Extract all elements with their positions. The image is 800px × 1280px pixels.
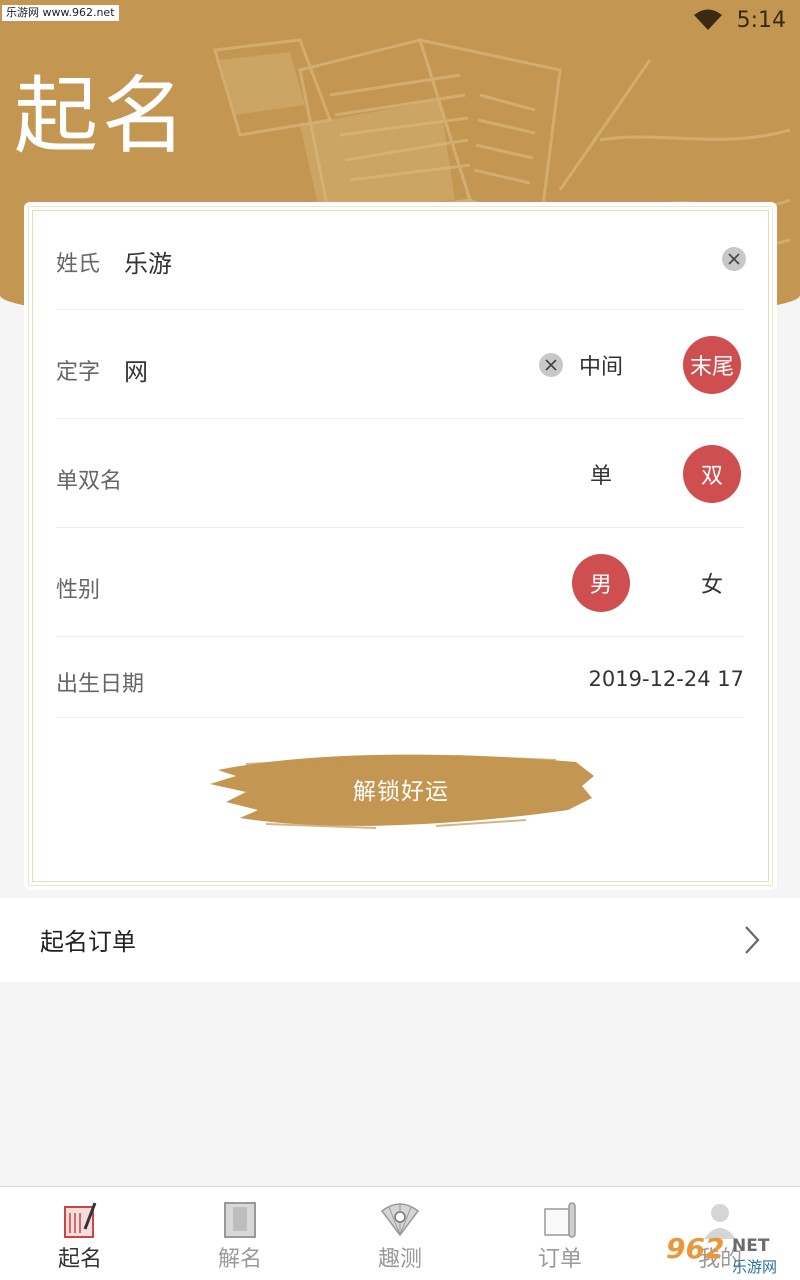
naming-scroll-icon <box>64 1202 97 1238</box>
unlock-luck-label: 解锁好运 <box>353 779 449 805</box>
nav-item-naming[interactable]: 起名 <box>0 1187 160 1280</box>
unlock-luck-button[interactable]: 解锁好运 <box>206 742 596 836</box>
nav-item-name-analysis[interactable]: 解名 <box>160 1187 320 1280</box>
naming-orders-label: 起名订单 <box>40 928 136 956</box>
fixed-char-clear-button[interactable] <box>539 353 563 377</box>
surname-input[interactable]: 乐游 <box>124 244 172 279</box>
close-icon <box>728 253 740 265</box>
fan-icon <box>380 1203 420 1237</box>
fixed-char-label: 定字 <box>56 360 101 385</box>
naming-form-card: 姓氏 乐游 定字 网 中间 末尾 单双名 单 双 性别 男 女 出生日期 201… <box>24 202 777 890</box>
watermark-site-name: 乐游网 <box>732 1258 778 1276</box>
name-length-label: 单双名 <box>56 469 123 494</box>
watermark-top-left: 乐游网 www.962.net <box>2 5 119 21</box>
book-icon <box>224 1202 256 1238</box>
nav-label-fun-test: 趣测 <box>377 1247 422 1272</box>
name-length-row: 单双名 单 双 <box>56 419 744 528</box>
nav-label-name-analysis: 解名 <box>217 1247 262 1272</box>
position-option-middle[interactable]: 中间 <box>572 336 630 394</box>
page-title: 起名 <box>14 67 191 165</box>
birth-date-label: 出生日期 <box>56 672 145 697</box>
scroll-icon <box>544 1202 576 1238</box>
watermark-number: 962 <box>666 1232 725 1265</box>
nav-item-fun-test[interactable]: 趣测 <box>320 1187 480 1280</box>
close-icon <box>545 359 557 371</box>
naming-orders-row[interactable]: 起名订单 <box>0 898 800 982</box>
surname-row[interactable]: 姓氏 乐游 <box>56 202 746 310</box>
chevron-right-icon <box>745 926 760 954</box>
name-length-option-single[interactable]: 单 <box>572 445 630 503</box>
gender-option-female[interactable]: 女 <box>683 554 741 612</box>
nav-label-orders: 订单 <box>537 1247 582 1272</box>
status-time: 5:14 <box>736 7 786 33</box>
surname-label: 姓氏 <box>56 252 101 277</box>
watermark-bottom-right: 962 NET 乐游网 <box>666 1232 796 1276</box>
gender-row: 性别 男 女 <box>56 528 744 637</box>
fixed-char-input[interactable]: 网 <box>124 352 148 387</box>
birth-date-value[interactable]: 2019-12-24 17 <box>589 667 744 691</box>
name-length-option-double[interactable]: 双 <box>683 445 741 503</box>
watermark-net: NET <box>732 1236 770 1256</box>
position-option-end[interactable]: 末尾 <box>683 336 741 394</box>
gender-label: 性别 <box>56 578 101 603</box>
wifi-icon <box>693 9 722 30</box>
fixed-char-row: 定字 网 中间 末尾 <box>56 310 744 419</box>
surname-clear-button[interactable] <box>722 247 746 271</box>
status-bar: 5:14 <box>600 0 800 40</box>
gender-option-male[interactable]: 男 <box>572 554 630 612</box>
nav-item-orders[interactable]: 订单 <box>480 1187 640 1280</box>
birth-date-row[interactable]: 出生日期 2019-12-24 17 <box>56 637 744 718</box>
nav-label-naming: 起名 <box>57 1247 102 1272</box>
